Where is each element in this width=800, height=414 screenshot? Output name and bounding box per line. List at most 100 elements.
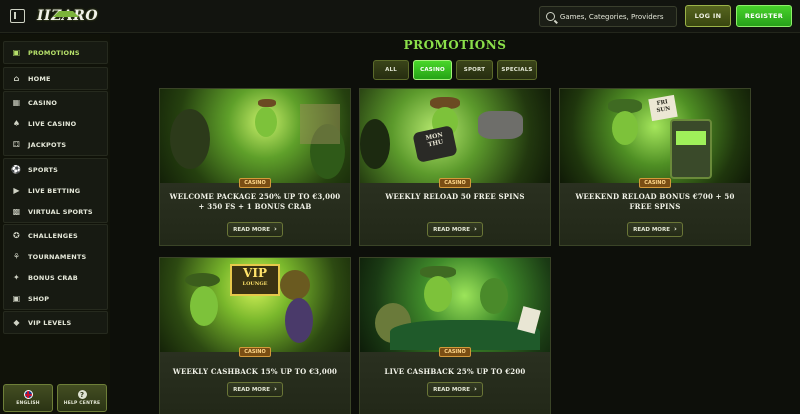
help-centre-button[interactable]: ? HELP CENTRE [57,384,107,412]
medal-icon: ✪ [13,230,20,240]
tab-all[interactable]: ALL [373,60,409,80]
read-more-button[interactable]: READ MORE › [227,222,283,237]
category-badge: CASINO [439,178,471,188]
gift-icon: ▣ [12,47,21,57]
play-icon: ▶ [13,185,20,195]
vip-sign-text: VIP [243,266,267,280]
search-box[interactable] [539,6,677,27]
sidebar-item-virtual-sports[interactable]: ▩ VIRTUAL SPORTS [4,201,107,222]
nav-group-promotions: ▣ PROMOTIONS [3,41,108,64]
chevron-right-icon: › [273,225,277,233]
sidebar-item-challenges[interactable]: ✪ CHALLENGES [4,225,107,246]
virtual-icon: ▩ [12,206,21,216]
read-more-button[interactable]: READ MORE › [427,382,483,397]
sidebar-item-label: PROMOTIONS [28,48,80,57]
dice-icon: ⚃ [12,139,21,149]
sidebar-item-label: LIVE BETTING [28,186,81,195]
top-header: IIZARO LOG IN REGISTER [0,0,800,33]
tab-casino[interactable]: CASINO [413,60,452,80]
bag-icon: ▣ [12,293,21,303]
nav-group-extras: ✪ CHALLENGES ⚘ TOURNAMENTS ✦ BONUS CRAB … [3,224,108,310]
sidebar-toggle-icon[interactable] [10,9,25,23]
home-icon: ⌂ [13,73,20,83]
sidebar-item-home[interactable]: ⌂ HOME [4,68,107,89]
help-label: HELP CENTRE [63,401,101,406]
sidebar-item-label: CHALLENGES [28,231,78,240]
search-input[interactable] [559,12,676,21]
category-badge: CASINO [239,178,271,188]
sidebar-item-label: JACKPOTS [28,140,67,149]
promo-image [360,258,550,352]
ball-icon: ⚽ [11,164,22,174]
read-more-button[interactable]: READ MORE › [627,222,683,237]
sidebar-item-tournaments[interactable]: ⚘ TOURNAMENTS [4,246,107,267]
page-title: PROMOTIONS [403,38,507,52]
register-button[interactable]: REGISTER [736,5,792,27]
sidebar-item-label: SPORTS [28,165,58,174]
read-more-button[interactable]: READ MORE › [427,222,483,237]
sidebar-item-bonus-crab[interactable]: ✦ BONUS CRAB [4,267,107,288]
promo-title: WEEKLY RELOAD 50 FREE SPINS [385,192,525,201]
promo-image: FRI SUN [560,89,750,183]
promo-card-weekly-reload[interactable]: MON THU CASINO WEEKLY RELOAD 50 FREE SPI… [359,88,551,246]
sidebar-item-label: LIVE CASINO [28,119,77,128]
search-icon [546,12,555,21]
sidebar: ▣ PROMOTIONS ⌂ HOME ▦ CASINO ♠ LIVE CASI… [0,34,110,414]
read-more-label: READ MORE [233,226,270,233]
trophy-icon: ⚘ [12,251,21,261]
sidebar-item-label: VIRTUAL SPORTS [28,207,93,216]
promo-title: WEEKLY CASHBACK 15% UP TO €3,000 [172,367,338,376]
chevron-right-icon: › [473,225,477,233]
sidebar-item-shop[interactable]: ▣ SHOP [4,288,107,309]
promo-title: WELCOME PACKAGE 250% UP TO €3,000 + 350 … [169,192,341,211]
read-more-label: READ MORE [433,386,470,393]
chevron-right-icon: › [673,225,677,233]
login-button[interactable]: LOG IN [685,5,731,27]
nav-group-sports: ⚽ SPORTS ▶ LIVE BETTING ▩ VIRTUAL SPORTS [3,158,108,223]
sidebar-item-label: HOME [28,74,51,83]
site-logo[interactable]: IIZARO [33,5,102,28]
category-badge: CASINO [239,347,271,357]
chevron-right-icon: › [473,385,477,393]
promo-image [160,89,350,183]
promo-title: LIVE CASHBACK 25% UP TO €200 [384,367,526,376]
tab-specials[interactable]: SPECIALS [497,60,537,80]
promo-card-live-cashback[interactable]: CASINO LIVE CASHBACK 25% UP TO €200 READ… [359,257,551,414]
sidebar-item-jackpots[interactable]: ⚃ JACKPOTS [4,134,107,155]
read-more-label: READ MORE [633,226,670,233]
chevron-right-icon: › [273,385,277,393]
crab-icon: ✦ [13,272,20,282]
nav-group-vip: ◆ VIP LEVELS [3,311,108,334]
sidebar-item-sports[interactable]: ⚽ SPORTS [4,159,107,180]
read-more-label: READ MORE [433,226,470,233]
language-button[interactable]: ENGLISH [3,384,53,412]
promo-card-weekend-reload[interactable]: FRI SUN CASINO WEEKEND RELOAD BONUS €700… [559,88,751,246]
sidebar-item-live-betting[interactable]: ▶ LIVE BETTING [4,180,107,201]
sidebar-item-label: BONUS CRAB [28,273,78,282]
sidebar-item-live-casino[interactable]: ♠ LIVE CASINO [4,113,107,134]
promo-card-welcome-package[interactable]: CASINO WELCOME PACKAGE 250% UP TO €3,000… [159,88,351,246]
sidebar-item-promotions[interactable]: ▣ PROMOTIONS [4,42,107,63]
nav-group-casino: ▦ CASINO ♠ LIVE CASINO ⚃ JACKPOTS [3,91,108,156]
promo-image: VIP LOUNGE [160,258,350,352]
diamond-icon: ◆ [13,317,20,327]
nav-group-home: ⌂ HOME [3,67,108,90]
sidebar-item-label: CASINO [28,98,58,107]
category-badge: CASINO [639,178,671,188]
cards-icon: ♠ [12,118,21,128]
lounge-sign-text: LOUNGE [242,281,268,287]
read-more-label: READ MORE [233,386,270,393]
category-badge: CASINO [439,347,471,357]
sidebar-item-casino[interactable]: ▦ CASINO [4,92,107,113]
promo-title: WEEKEND RELOAD BONUS €700 + 50 FREE SPIN… [575,192,735,211]
read-more-button[interactable]: READ MORE › [227,382,283,397]
sidebar-item-vip-levels[interactable]: ◆ VIP LEVELS [4,312,107,333]
slot-icon: ▦ [12,97,21,107]
help-icon: ? [77,390,87,399]
promo-image: MON THU [360,89,550,183]
language-label: ENGLISH [16,401,40,406]
tab-sport[interactable]: SPORT [456,60,493,80]
uk-flag-icon [23,390,33,399]
sidebar-item-label: TOURNAMENTS [28,252,87,261]
promo-card-weekly-cashback[interactable]: VIP LOUNGE CASINO WEEKLY CASHBACK 15% UP… [159,257,351,414]
